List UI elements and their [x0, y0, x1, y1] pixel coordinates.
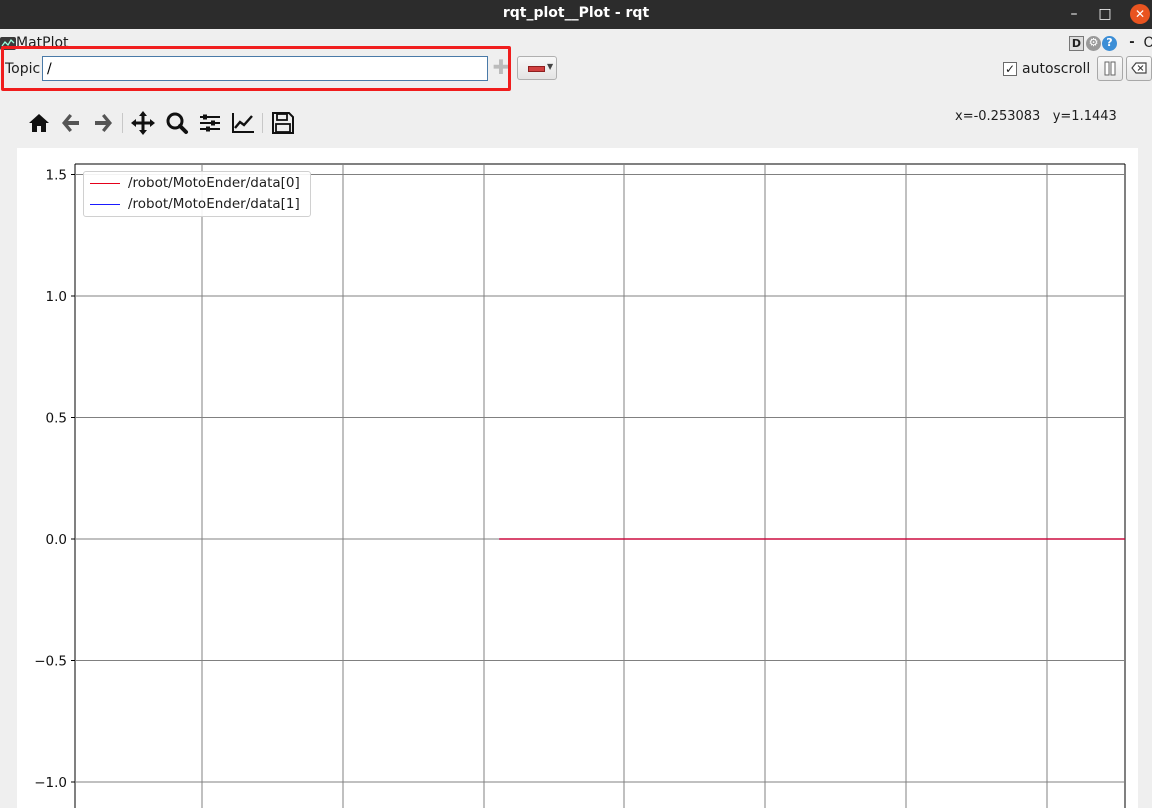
legend-label: /robot/MotoEnder/data[0]: [128, 175, 300, 191]
legend-swatch: [90, 204, 120, 205]
y-tick-label: 0.5: [46, 411, 67, 427]
legend-swatch: [90, 183, 120, 184]
y-tick-label: −0.5: [34, 654, 67, 670]
y-tick-label: −1.0: [34, 775, 67, 791]
y-tick-label: 1.0: [46, 289, 67, 305]
legend-label: /robot/MotoEnder/data[1]: [128, 196, 300, 212]
y-tick-label: 0.0: [46, 532, 67, 548]
chart-legend: /robot/MotoEnder/data[0] /robot/MotoEnde…: [83, 171, 311, 217]
y-tick-label: 1.5: [46, 168, 67, 184]
line-chart[interactable]: 1.5 1.0 0.5 0.0 −0.5 −1.0: [0, 0, 1152, 808]
